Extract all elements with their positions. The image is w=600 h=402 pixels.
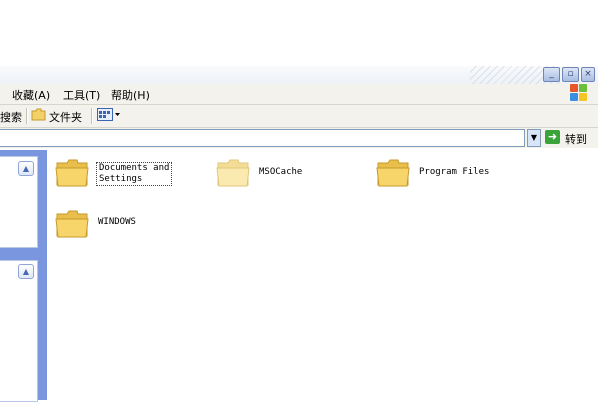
folder-label[interactable]: MSOCache [259, 167, 302, 178]
go-arrow-icon[interactable]: ➜ [545, 130, 560, 144]
folder-icon [55, 159, 89, 187]
toolbar [0, 105, 598, 128]
folder-label[interactable]: Documents and Settings [96, 162, 173, 186]
views-icon[interactable] [97, 108, 121, 125]
windows-logo-icon [570, 84, 588, 102]
search-button[interactable]: 搜索 [0, 109, 22, 125]
folder-item[interactable] [55, 155, 89, 192]
address-input[interactable] [0, 129, 525, 147]
collapse-chevron-icon[interactable]: ▲ [18, 264, 34, 279]
folder-label[interactable]: WINDOWS [98, 217, 136, 228]
folder-label[interactable]: Program Files [419, 167, 489, 178]
folder-icon [216, 159, 250, 187]
folder-icon [55, 210, 89, 238]
folder-view [47, 150, 598, 400]
folder-item[interactable] [55, 206, 89, 243]
close-button[interactable]: × [581, 67, 595, 82]
toolbar-separator [91, 108, 93, 124]
folder-item[interactable] [376, 155, 410, 192]
folder-item[interactable] [216, 155, 250, 192]
folders-icon [31, 108, 46, 124]
menu-help[interactable]: 帮助(H) [111, 87, 150, 103]
folders-button[interactable]: 文件夹 [49, 109, 82, 125]
menu-tools[interactable]: 工具(T) [63, 87, 100, 103]
task-pane-section [0, 260, 38, 402]
minimize-button[interactable]: _ [543, 67, 560, 82]
maximize-button[interactable]: ▫ [562, 67, 579, 82]
toolbar-separator [26, 108, 28, 124]
folder-icon [376, 159, 410, 187]
address-dropdown-button[interactable]: ▼ [527, 129, 541, 147]
collapse-chevron-icon[interactable]: ▲ [18, 161, 34, 176]
menu-favorites[interactable]: 收藏(A) [12, 87, 50, 103]
go-button[interactable]: 转到 [565, 131, 587, 147]
